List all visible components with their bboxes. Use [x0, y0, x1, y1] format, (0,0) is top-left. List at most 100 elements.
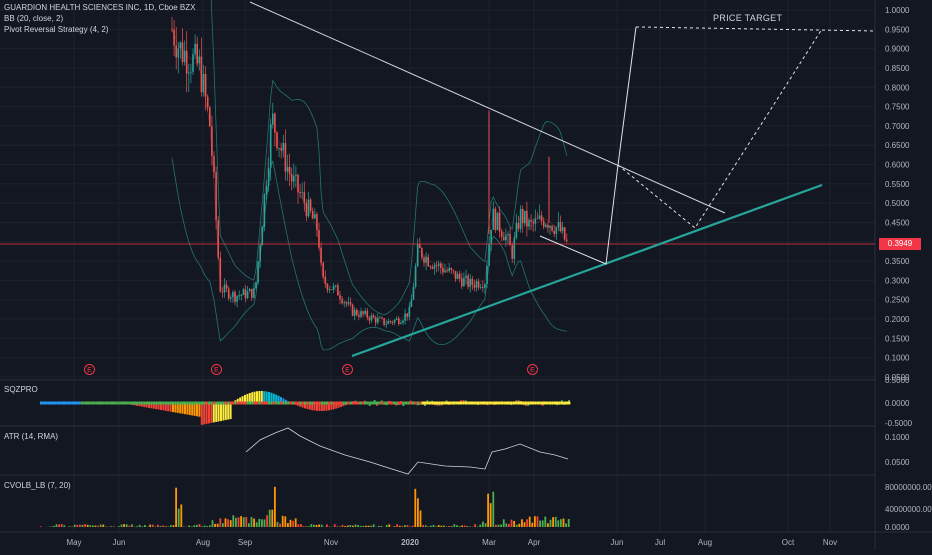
candle-body: [241, 295, 243, 296]
sqz-bar: [198, 403, 200, 417]
earnings-marker[interactable]: E: [342, 364, 353, 375]
projection-dashed-1: [618, 29, 822, 228]
sqz-dot: [194, 402, 196, 405]
bb-legend[interactable]: BB (20, close, 2): [4, 14, 63, 23]
volume-bar: [529, 517, 531, 527]
candle-body: [220, 258, 222, 292]
sqz-dot: [446, 402, 448, 405]
volume-bar: [256, 522, 258, 527]
sqz-bar: [268, 392, 270, 403]
candle-body: [442, 268, 444, 272]
sqz-dot: [441, 402, 443, 405]
sqz-dot: [74, 402, 76, 405]
volume-bar: [316, 525, 318, 527]
volume-bar: [503, 519, 505, 527]
price-tick-label: 0.6500: [885, 141, 910, 150]
support-trendline[interactable]: [352, 185, 822, 356]
candle-body: [503, 237, 505, 240]
sqz-dot: [558, 402, 560, 405]
candle-body: [272, 114, 274, 124]
earnings-marker[interactable]: E: [527, 364, 538, 375]
time-tick-label: Apr: [528, 538, 541, 547]
sqz-dot: [90, 402, 92, 405]
volume-bar: [235, 518, 237, 527]
candle-body: [209, 107, 211, 126]
bb-upper: [172, 0, 567, 315]
sqz-dot: [239, 402, 241, 405]
candle-body: [562, 227, 564, 231]
volume-bar: [438, 525, 440, 527]
volume-bar: [79, 525, 81, 527]
sqz-bar: [189, 403, 191, 415]
candle-body: [553, 231, 555, 234]
price-tick-label: 0.9500: [885, 25, 910, 34]
volume-bar: [459, 526, 461, 527]
volume-bar: [201, 526, 203, 527]
resistance-trendline[interactable]: [250, 2, 725, 213]
candle-body: [488, 244, 490, 266]
earnings-marker[interactable]: E: [84, 364, 95, 375]
volume-bar: [565, 523, 567, 527]
sqz-dot: [530, 402, 532, 405]
volume-bar: [204, 526, 206, 527]
sqz-dot: [47, 402, 49, 405]
volume-bar: [274, 487, 276, 527]
sqz-dot: [184, 402, 186, 405]
candle-body: [341, 299, 343, 303]
volume-bar: [284, 516, 286, 527]
volume-bar: [448, 526, 450, 527]
sqz-dot: [532, 402, 534, 405]
sqzpro-legend[interactable]: SQZPRO: [4, 385, 38, 394]
candle-body: [551, 226, 553, 231]
volume-bar: [225, 518, 227, 527]
atr-legend[interactable]: ATR (14, RMA): [4, 432, 58, 441]
pivot-legend[interactable]: Pivot Reversal Strategy (4, 2): [4, 25, 108, 34]
volume-bar: [232, 515, 234, 527]
candle-body: [234, 292, 236, 302]
volume-bar: [141, 526, 143, 527]
sqz-dot: [342, 402, 344, 405]
candle-body: [243, 289, 245, 295]
sqz-dot: [520, 402, 522, 405]
candle-body: [520, 209, 522, 229]
volume-bar: [152, 525, 154, 527]
sqz-dot: [107, 402, 109, 405]
chart-stage[interactable]: 1.00000.95000.90000.85000.80000.75000.70…: [0, 0, 932, 550]
sqz-dot: [141, 402, 143, 405]
volume-bar: [394, 526, 396, 527]
price-chart[interactable]: 1.00000.95000.90000.85000.80000.75000.70…: [0, 0, 932, 550]
sqz-dot: [52, 402, 54, 405]
candle-body: [310, 199, 312, 210]
price-axis[interactable]: 1.00000.95000.90000.85000.80000.75000.70…: [885, 6, 932, 532]
sqz-bar: [215, 403, 217, 422]
candle-body: [264, 194, 266, 227]
candle-body: [257, 261, 259, 282]
sqz-dot: [424, 402, 426, 405]
sqz-dot: [278, 402, 280, 405]
candle-body: [522, 209, 524, 223]
candle-body: [501, 232, 503, 237]
volume-bar: [425, 525, 427, 527]
candle-body: [472, 279, 474, 285]
sqz-dot: [158, 402, 160, 405]
sqz-dot: [311, 402, 313, 405]
candle-body: [322, 263, 324, 277]
candle-body: [308, 199, 310, 216]
sqz-dot: [275, 402, 277, 405]
sqz-dot: [369, 402, 371, 405]
sqz-dot: [102, 402, 104, 405]
candle-body: [564, 227, 566, 239]
sqz-dot: [302, 402, 304, 405]
cvol-legend[interactable]: CVOLB_LB (7, 20): [4, 481, 71, 490]
volume-bar: [251, 517, 253, 527]
candle-body: [236, 296, 238, 302]
candle-body: [276, 132, 278, 148]
earnings-marker[interactable]: E: [211, 364, 222, 375]
sqz-dot: [496, 402, 498, 405]
candle-body: [448, 268, 450, 271]
candle-body: [215, 172, 217, 220]
volume-bar: [222, 523, 224, 527]
atr-tick-label: 0.0500: [885, 458, 910, 467]
time-axis[interactable]: MayJunAugSepNov2020MarAprJunJulAugOctNov: [66, 538, 837, 547]
price-target-label[interactable]: PRICE TARGET: [713, 13, 782, 23]
